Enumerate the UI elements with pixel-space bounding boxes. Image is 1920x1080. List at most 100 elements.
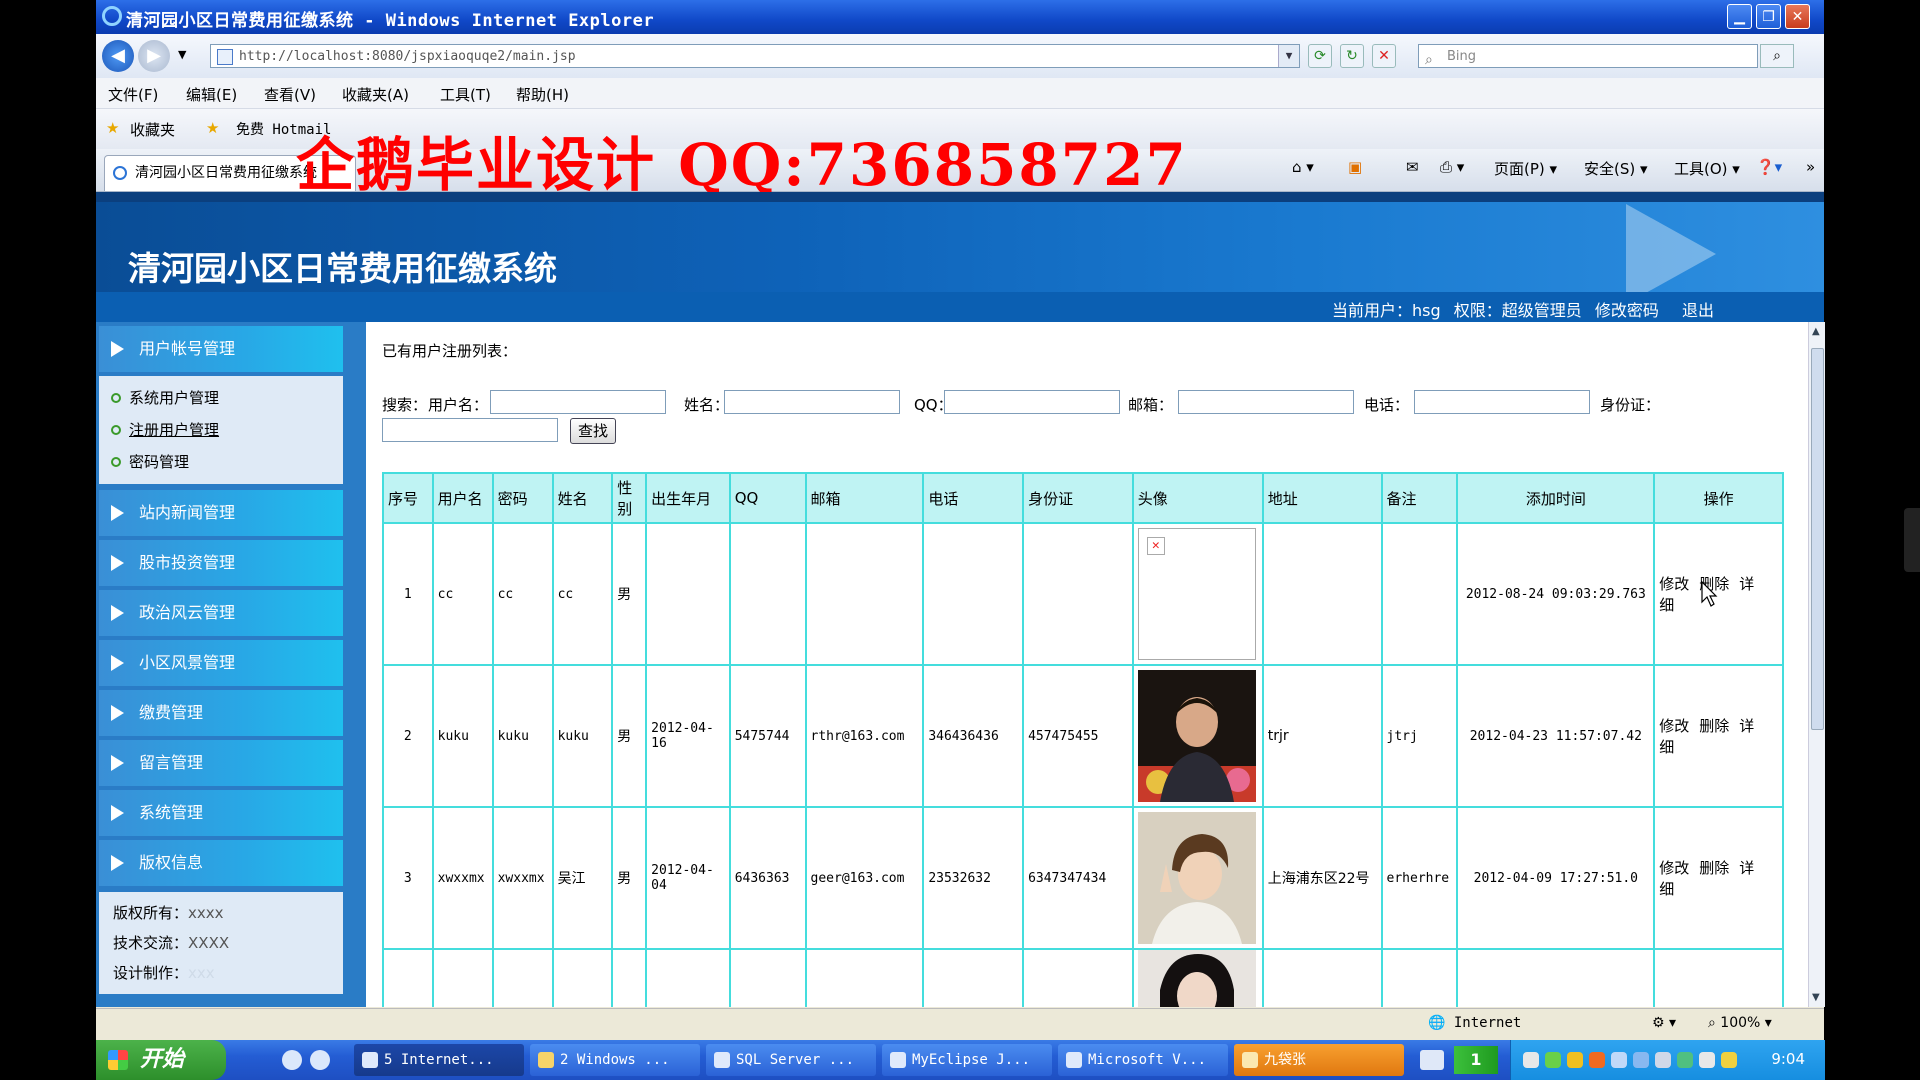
- mail-icon[interactable]: ✉: [1406, 158, 1419, 176]
- scroll-down-icon[interactable]: ▼: [1812, 992, 1820, 1003]
- current-user: 当前用户：hsg: [1332, 301, 1441, 320]
- cell-gender: 男: [611, 664, 648, 808]
- tray-icon[interactable]: [1721, 1052, 1737, 1068]
- task-microsoft[interactable]: Microsoft V...: [1058, 1044, 1228, 1076]
- screen-edge-handle[interactable]: [1904, 508, 1920, 572]
- logout-link[interactable]: 退出: [1682, 301, 1714, 320]
- tray-icon[interactable]: [1545, 1052, 1561, 1068]
- back-button[interactable]: ◀: [102, 40, 134, 72]
- feeds-icon[interactable]: ▣: [1348, 158, 1362, 176]
- sidebar-cat-news[interactable]: 站内新闻管理: [99, 490, 343, 536]
- tools-menu[interactable]: 工具(O) ▾: [1674, 158, 1740, 179]
- zoom-control[interactable]: ⌕ 100% ▾: [1708, 1015, 1772, 1031]
- keyboard-icon[interactable]: [1420, 1050, 1444, 1070]
- tray-icon[interactable]: [1589, 1052, 1605, 1068]
- menu-help[interactable]: 帮助(H): [516, 84, 569, 105]
- minimize-button[interactable]: ▁: [1727, 4, 1752, 29]
- menu-tools[interactable]: 工具(T): [440, 84, 491, 105]
- compatibility-icon[interactable]: ⟳: [1308, 44, 1332, 68]
- page-menu[interactable]: 页面(P) ▾: [1494, 158, 1557, 179]
- find-button[interactable]: 查找: [570, 418, 616, 444]
- menu-view[interactable]: 查看(V): [264, 84, 316, 105]
- search-input[interactable]: ⌕ Bing: [1418, 44, 1758, 68]
- cell-username: kuku: [431, 664, 494, 808]
- cell-empty: [1456, 948, 1656, 1007]
- vertical-scrollbar[interactable]: ▲ ▼: [1808, 322, 1825, 1007]
- start-button[interactable]: 开始: [96, 1040, 226, 1080]
- home-icon[interactable]: ⌂ ▾: [1292, 158, 1314, 176]
- search-go-button[interactable]: ⌕: [1760, 44, 1794, 68]
- tab-label: 清河园小区日常费用征缴系统: [135, 165, 317, 181]
- delete-link[interactable]: 删除: [1699, 859, 1729, 877]
- protected-mode-icon[interactable]: ⚙ ▾: [1652, 1015, 1676, 1031]
- scroll-up-icon[interactable]: ▲: [1812, 326, 1820, 337]
- sidebar-cat-user-accounts[interactable]: 用户帐号管理: [99, 326, 343, 372]
- sidebar-cat-system[interactable]: 系统管理: [99, 790, 343, 836]
- search-phone-input[interactable]: [1414, 390, 1590, 414]
- search-name-input[interactable]: [724, 390, 900, 414]
- close-button[interactable]: ✕: [1785, 4, 1810, 29]
- quicklaunch-ie2-icon[interactable]: [310, 1050, 330, 1070]
- sidebar-cat-stocks[interactable]: 股市投资管理: [99, 540, 343, 586]
- quicklaunch-ie-icon[interactable]: [282, 1050, 302, 1070]
- task-jiudaizhang[interactable]: 九袋张: [1234, 1044, 1404, 1076]
- search-username-input[interactable]: [490, 390, 666, 414]
- task-internet[interactable]: 5 Internet...: [354, 1044, 524, 1076]
- tray-icon[interactable]: [1655, 1052, 1671, 1068]
- add-favorite-icon[interactable]: ★: [206, 119, 219, 137]
- sidebar-cat-messages[interactable]: 留言管理: [99, 740, 343, 786]
- favorites-button[interactable]: 收藏夹: [130, 119, 175, 140]
- col-header: 邮箱: [804, 472, 925, 524]
- tray-icon[interactable]: [1523, 1052, 1539, 1068]
- col-header: 出生年月: [645, 472, 731, 524]
- sidebar-cat-scenery[interactable]: 小区风景管理: [99, 640, 343, 686]
- tray-icon[interactable]: [1567, 1052, 1583, 1068]
- task-myeclipse[interactable]: MyEclipse J...: [882, 1044, 1052, 1076]
- print-icon[interactable]: ⎙ ▾: [1440, 158, 1464, 176]
- change-password-link[interactable]: 修改密码: [1595, 301, 1659, 320]
- task-sql-server[interactable]: SQL Server ...: [706, 1044, 876, 1076]
- sidebar-cat-politics[interactable]: 政治风云管理: [99, 590, 343, 636]
- address-dropdown-icon[interactable]: ▼: [1278, 45, 1299, 67]
- copyright-owner-value: xxxx: [188, 904, 224, 922]
- menu-file[interactable]: 文件(F): [108, 84, 158, 105]
- task-windows[interactable]: 2 Windows ...: [530, 1044, 700, 1076]
- edit-link[interactable]: 修改: [1659, 575, 1689, 593]
- edit-link[interactable]: 修改: [1659, 717, 1689, 735]
- more-tools-chevron-icon[interactable]: »: [1806, 158, 1815, 176]
- menu-favorites[interactable]: 收藏夹(A): [342, 84, 409, 105]
- delete-link[interactable]: 删除: [1699, 717, 1729, 735]
- recent-pages-dropdown-icon[interactable]: ▼: [178, 48, 186, 61]
- sidebar-cat-copyright[interactable]: 版权信息: [99, 840, 343, 886]
- sidebar-item-registered-users[interactable]: 注册用户管理: [99, 414, 343, 446]
- tray-icon[interactable]: [1677, 1052, 1693, 1068]
- stop-icon[interactable]: ✕: [1372, 44, 1396, 68]
- sidebar-cat-payments[interactable]: 缴费管理: [99, 690, 343, 736]
- safety-menu[interactable]: 安全(S) ▾: [1584, 158, 1648, 179]
- sidebar-item-password[interactable]: 密码管理: [99, 446, 343, 478]
- address-field[interactable]: http://localhost:8080/jspxiaoquqe2/main.…: [210, 44, 1300, 68]
- search-email-input[interactable]: [1178, 390, 1354, 414]
- cell-empty: [645, 948, 731, 1007]
- expand-arrow-icon: [111, 855, 124, 871]
- search-qq-input[interactable]: [944, 390, 1120, 414]
- cell-birth: 2012-04-04: [645, 806, 731, 950]
- sidebar-item-system-users[interactable]: 系统用户管理: [99, 382, 343, 414]
- forward-button[interactable]: ▶: [138, 40, 170, 72]
- menu-edit[interactable]: 编辑(E): [186, 84, 237, 105]
- refresh-icon[interactable]: ↻: [1340, 44, 1364, 68]
- edit-link[interactable]: 修改: [1659, 859, 1689, 877]
- table-row: 3 xwxxmx xwxxmx 吴江 男 2012-04-04 6436363 …: [382, 806, 1784, 950]
- ie-window: 清河园小区日常费用征缴系统 - Windows Internet Explore…: [96, 0, 1825, 1080]
- scrollbar-thumb[interactable]: [1811, 348, 1824, 730]
- maximize-button[interactable]: ❐: [1756, 4, 1781, 29]
- cell-email: rthr@163.com: [804, 664, 925, 808]
- tray-icon[interactable]: [1699, 1052, 1715, 1068]
- help-icon[interactable]: ❓▾: [1756, 158, 1782, 176]
- col-header: 用户名: [431, 472, 494, 524]
- zone-label: Internet: [1453, 1015, 1522, 1031]
- tray-icon[interactable]: [1633, 1052, 1649, 1068]
- search-idcard-input[interactable]: [382, 418, 558, 442]
- tray-icon[interactable]: [1611, 1052, 1627, 1068]
- cell-empty: [431, 948, 494, 1007]
